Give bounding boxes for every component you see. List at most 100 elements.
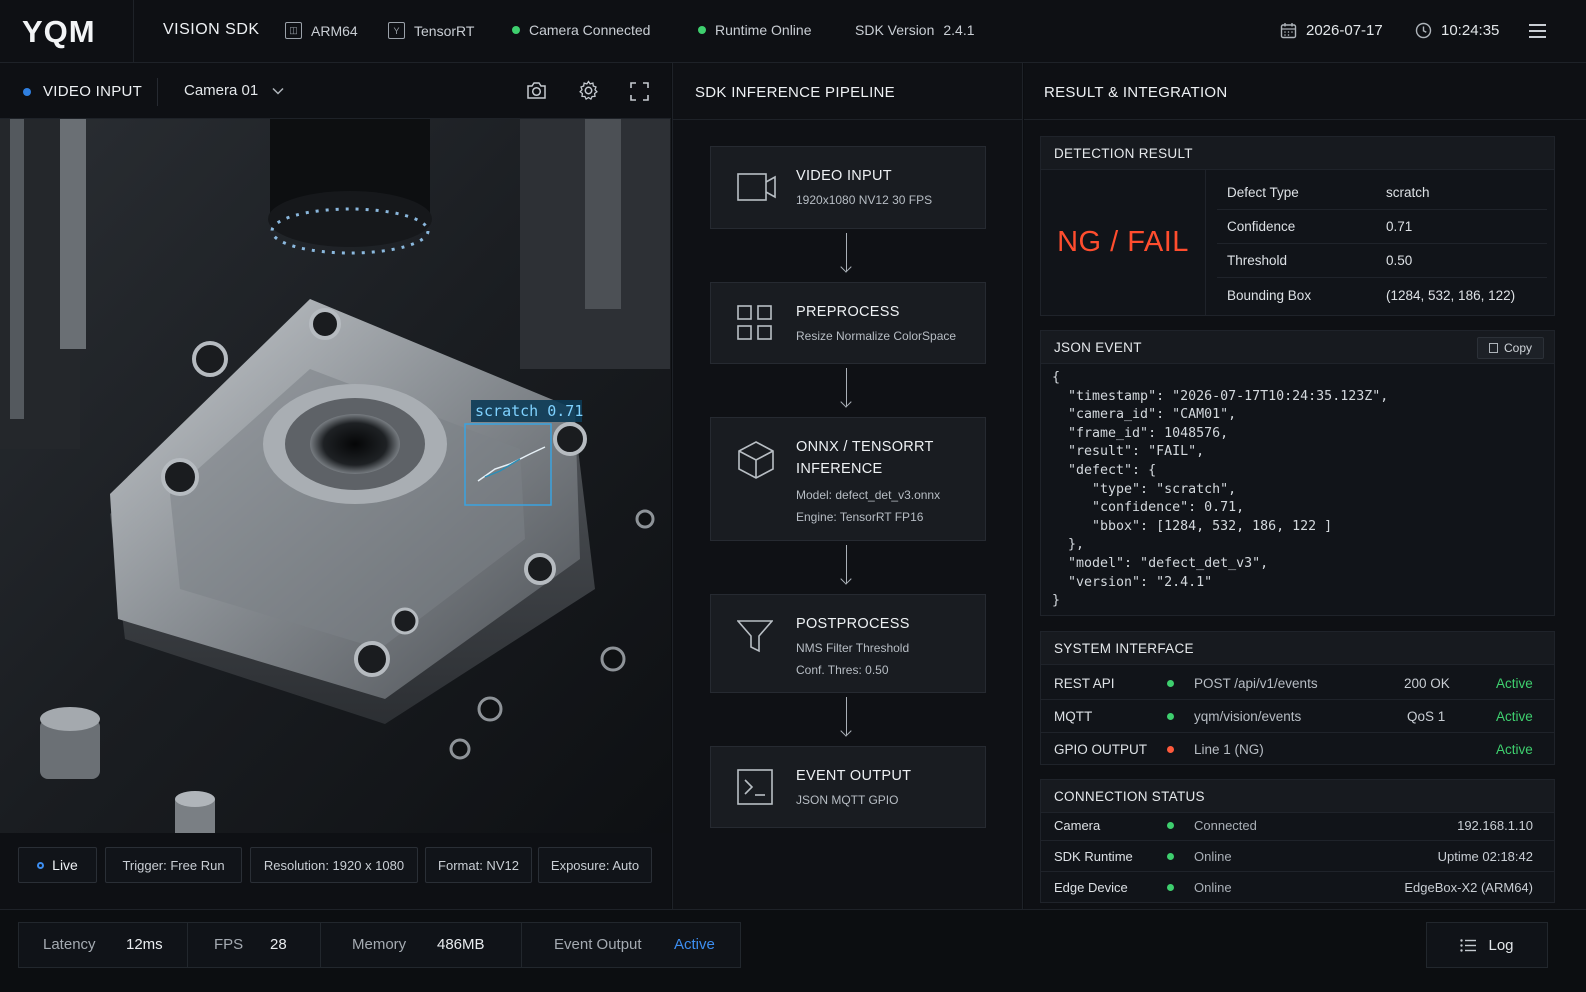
sdk-version: SDK Version 2.4.1 [855,22,975,38]
terminal-icon [737,769,773,805]
stage-preprocess[interactable]: PREPROCESS Resize Normalize ColorSpace [710,282,986,364]
stage-inference[interactable]: ONNX / TENSORRT INFERENCE Model: defect_… [710,417,986,541]
flow-arrow-icon [846,368,847,406]
arch-label: ARM64 [311,22,358,39]
bbox-value: (1284, 532, 186, 122) [1386,288,1516,303]
stage-event-output[interactable]: EVENT OUTPUT JSON MQTT GPIO [710,746,986,828]
stage-detail: Conf. Thres: 0.50 [796,663,889,677]
stage-detail: NMS Filter Threshold [796,641,910,655]
event-output-label: Event Output [554,936,642,953]
logo: YQM [22,14,96,49]
copy-icon [1488,343,1498,353]
fullscreen-icon[interactable] [630,82,649,101]
stage-detail: Resize Normalize ColorSpace [796,329,957,343]
confidence-key: Confidence [1227,219,1296,234]
resolution-chip: Resolution: 1920 x 1080 [250,847,418,883]
status-dot-icon [698,26,706,34]
interface-name: GPIO OUTPUT [1054,742,1148,757]
camera-select[interactable]: Camera 01 [184,82,284,99]
stage-title: POSTPROCESS [796,616,910,632]
connection-detail: Uptime 02:18:42 [1437,849,1533,864]
time-display: 10:24:35 [1415,22,1499,39]
status-dot-icon [1167,884,1174,891]
engine-badge: Y TensorRT [388,22,474,39]
connection-detail: EdgeBox-X2 (ARM64) [1404,880,1533,895]
stage-title: PREPROCESS [796,304,900,320]
stage-detail: Engine: TensorRT FP16 [796,510,924,524]
arch-badge: ◫ ARM64 [285,22,358,39]
copy-button[interactable]: Copy [1477,337,1544,359]
log-label: Log [1488,936,1514,954]
stage-postprocess[interactable]: POSTPROCESS NMS Filter Threshold Conf. T… [710,594,986,693]
connection-name: Edge Device [1054,880,1128,895]
log-button[interactable]: Log [1426,922,1548,968]
runtime-status-label: Runtime Online [715,22,812,38]
video-camera-icon [737,173,776,201]
exposure-chip: Exposure: Auto [538,847,652,883]
divider [1041,732,1554,733]
status-dot-icon [1167,746,1174,753]
cpu-icon: ◫ [285,22,302,39]
stage-detail: JSON MQTT GPIO [796,793,899,807]
chevron-down-icon [272,87,284,95]
connection-state: Connected [1194,818,1257,833]
tensorrt-icon: Y [388,22,405,39]
format-chip: Format: NV12 [425,847,532,883]
stage-detail: Model: defect_det_v3.onnx [796,488,941,502]
time-value: 10:24:35 [1441,22,1500,39]
card-header: DETECTION RESULT [1041,137,1554,170]
card-header: CONNECTION STATUS [1041,780,1554,813]
stage-title: ONNX / TENSORRT INFERENCE [796,439,934,477]
divider [672,119,1023,120]
interface-endpoint: POST /api/v1/events [1194,676,1318,691]
camera-status: Camera Connected [512,22,650,38]
cube-icon [738,441,774,479]
fps-label: FPS [214,936,244,953]
connection-state: Online [1194,880,1232,895]
status-dot-icon [1167,713,1174,720]
divider [1024,119,1586,120]
camera-select-value: Camera 01 [184,82,259,99]
divider [1041,871,1554,872]
memory-label: Memory [352,936,407,953]
divider [521,922,522,968]
pipeline-title: SDK INFERENCE PIPELINE [695,84,895,101]
threshold-key: Threshold [1227,253,1288,268]
divider [1217,243,1547,244]
filter-icon [737,620,773,653]
defect-type-key: Defect Type [1227,185,1299,200]
fps-value: 28 [270,936,287,953]
gear-icon[interactable] [578,80,599,101]
flow-arrow-icon [846,697,847,735]
interface-name: MQTT [1054,709,1093,724]
product-name: VISION SDK [163,21,260,38]
defect-type-value: scratch [1386,185,1430,200]
video-feed[interactable]: scratch 0.71 [0,119,671,833]
connection-name: SDK Runtime [1054,849,1133,864]
status-dot-icon [512,26,520,34]
live-label: Live [52,857,78,873]
resolution-label: Resolution: 1920 x 1080 [263,857,405,873]
sdk-version-label: SDK Version [855,22,935,38]
stage-title: EVENT OUTPUT [796,768,912,784]
interface-endpoint: Line 1 (NG) [1194,742,1264,757]
video-panel-title: VIDEO INPUT [23,83,142,100]
trigger-label: Trigger: Free Run [122,857,225,873]
video-title: VIDEO INPUT [43,83,143,100]
detection-label: scratch 0.71 [475,402,584,420]
date-value: 2026-07-17 [1306,22,1383,39]
divider [1041,840,1554,841]
stage-video-input[interactable]: VIDEO INPUT 1920x1080 NV12 30 FPS [710,146,986,229]
camera-frame-image [0,119,671,833]
clock-icon [1415,22,1432,39]
interface-code: 200 OK [1404,676,1450,691]
threshold-value: 0.50 [1386,253,1413,268]
live-dot-icon [23,87,31,96]
live-chip[interactable]: Live [18,847,97,883]
camera-icon[interactable] [526,81,547,100]
interface-status: Active [1496,676,1533,691]
menu-icon[interactable] [1529,24,1546,38]
latency-value: 12ms [126,936,163,953]
sdk-version-value: 2.4.1 [943,22,975,38]
interface-status: Active [1496,742,1533,757]
